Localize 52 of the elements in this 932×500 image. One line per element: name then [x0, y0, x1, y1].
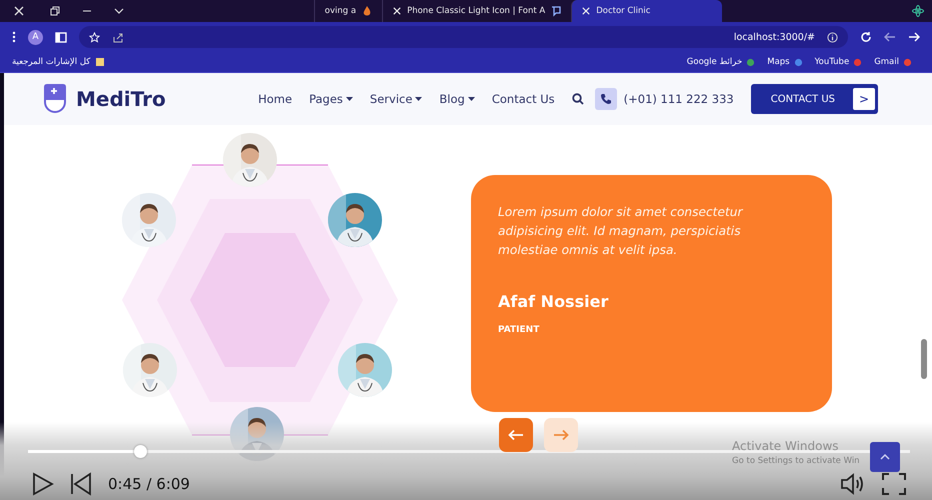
patient-name: Afaf Nossier — [498, 292, 610, 311]
phone-number: (+01) 111 222 333 — [624, 92, 734, 106]
volume-icon[interactable] — [840, 473, 866, 495]
bookmark-icon — [746, 58, 756, 66]
address-bar[interactable]: localhost:3000/# — [79, 26, 848, 48]
nav-link[interactable]: Contact Us — [492, 92, 555, 106]
caret-icon — [415, 97, 422, 101]
skip-back-icon[interactable] — [70, 472, 92, 496]
close-icon[interactable] — [582, 7, 590, 15]
previous-button[interactable] — [499, 418, 533, 452]
share-icon[interactable] — [112, 32, 124, 42]
bookmark-link[interactable]: Maps — [767, 57, 790, 67]
forward-arrow-icon[interactable] — [908, 31, 920, 43]
browser-tab[interactable]: Doctor Clinic — [571, 0, 722, 22]
arrow-right-icon — [553, 429, 569, 441]
testimonial-quote: Lorem ipsum dolor sit amet consectetur adipisicing elit. Id magnam, perspiciatis molestiae omnis at velit ipsa. — [498, 204, 744, 259]
caret-icon — [346, 97, 353, 101]
sidebar-icon[interactable] — [55, 32, 67, 42]
search-icon[interactable] — [572, 93, 584, 105]
nav-link[interactable]: Blog — [439, 92, 475, 106]
bookmarks-folder[interactable]: كل الإشارات المرجعية — [12, 57, 90, 67]
nav-link[interactable]: Home — [258, 92, 292, 106]
playback-time: 0:45 / 6:09 — [108, 475, 190, 493]
bookmark-link[interactable]: YouTube — [814, 57, 850, 67]
folder-icon — [95, 57, 106, 67]
seek-handle[interactable] — [134, 445, 147, 458]
bookmark-icon — [903, 58, 912, 66]
bookmark-icon — [794, 58, 803, 66]
chevron-down-icon[interactable] — [114, 6, 124, 16]
back-arrow-icon[interactable] — [884, 31, 896, 43]
info-icon[interactable] — [827, 32, 838, 42]
reload-icon[interactable] — [860, 31, 872, 43]
bookmark-link[interactable]: Gmail — [874, 57, 899, 67]
menu-icon[interactable] — [12, 31, 16, 43]
fullscreen-icon[interactable] — [882, 473, 906, 495]
contact-us-button[interactable]: CONTACT US > — [750, 84, 878, 114]
activation-notice: Go to Settings to activate Win — [732, 456, 860, 466]
patient-role: PATIENT — [498, 325, 540, 335]
caret-icon — [468, 97, 475, 101]
phone-icon[interactable] — [594, 88, 617, 110]
close-icon[interactable] — [393, 7, 402, 15]
bookmark-icon — [853, 58, 862, 66]
logo-text[interactable]: MediTro — [76, 87, 166, 111]
nav-link[interactable]: Pages — [309, 92, 353, 106]
nav-link[interactable]: Service — [370, 92, 422, 106]
arrow-left-icon — [508, 429, 524, 441]
bookmark-link[interactable]: Google خرائط — [686, 57, 742, 67]
logo-icon — [42, 83, 68, 115]
close-icon[interactable] — [14, 6, 24, 16]
star-icon[interactable] — [89, 32, 100, 42]
play-icon[interactable] — [32, 472, 54, 496]
activation-notice: Activate Windows — [732, 439, 840, 453]
